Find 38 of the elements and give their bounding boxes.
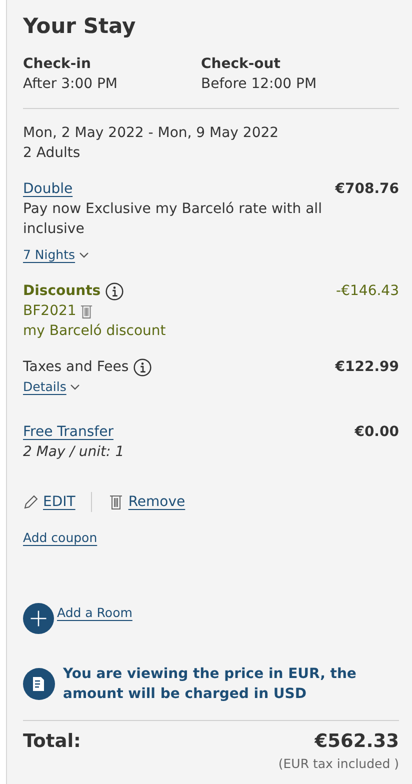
total-amount: €562.33	[314, 730, 399, 754]
pencil-icon[interactable]	[23, 494, 39, 510]
panel-title: Your Stay	[23, 13, 137, 40]
document-icon	[23, 668, 55, 700]
rate-description: Pay now Exclusive my Barceló rate with all inclusive	[23, 200, 323, 239]
time-value: Before 12:00 PM	[201, 75, 318, 94]
edit-link[interactable]: EDIT	[43, 492, 76, 512]
total-label: Total:	[23, 730, 81, 754]
room-price: €708.76	[335, 180, 399, 199]
chevron-icon	[79, 252, 90, 258]
currency-notice: You are viewing the price in EUR, the amount will be charged in USD	[63, 665, 358, 704]
time-label: Check-in	[23, 55, 92, 74]
discount-description: my Barceló discount	[23, 322, 167, 341]
time-label: Check-out	[201, 55, 282, 74]
taxes-amount: €122.99	[335, 358, 399, 377]
info-icon[interactable]	[132, 358, 152, 376]
discounts-label: Discounts	[23, 282, 101, 301]
time-value: After 3:00 PM	[23, 75, 118, 94]
coupon-code: BF2021	[23, 302, 76, 321]
taxes-label: Taxes and Fees	[23, 358, 129, 377]
tax-note: (EUR tax included )	[278, 755, 399, 773]
guest-count: 2 Adults	[23, 144, 82, 163]
transfer-link[interactable]: Free Transfer	[23, 422, 114, 442]
discount-amount: -€146.43	[336, 282, 399, 301]
transfer-note: 2 May / unit: 1	[23, 443, 126, 462]
chevron-icon	[70, 384, 80, 390]
trash-icon[interactable]	[108, 494, 124, 510]
trash-icon[interactable]	[80, 304, 94, 318]
nights-toggle[interactable]: 7 Nights	[23, 245, 90, 265]
info-icon[interactable]	[104, 282, 124, 300]
add-room-link[interactable]: Add a Room	[57, 603, 132, 623]
stay-dates: Mon, 2 May 2022 - Mon, 9 May 2022	[23, 124, 280, 143]
add-icon[interactable]	[23, 603, 54, 634]
room-link[interactable]: Double	[23, 179, 73, 199]
details-toggle[interactable]: Details	[23, 377, 80, 397]
add-coupon-link[interactable]: Add coupon	[23, 528, 98, 548]
remove-link[interactable]: Remove	[128, 492, 186, 512]
transfer-price: €0.00	[354, 423, 399, 442]
